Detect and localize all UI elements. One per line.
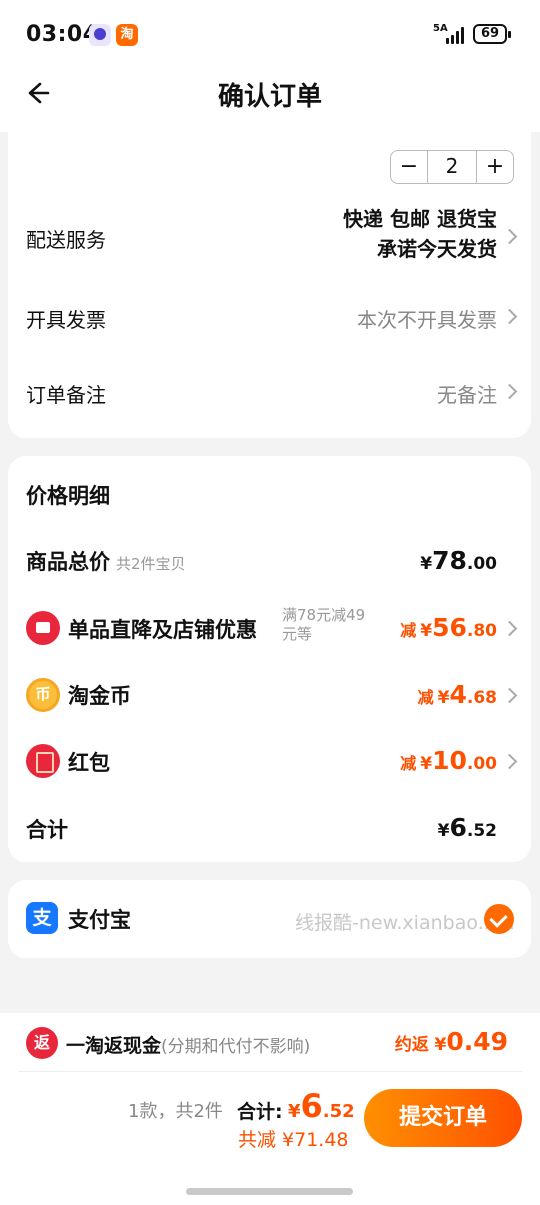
goods-total-value: ¥78.00	[420, 546, 497, 575]
item-count: 1款，共2件	[128, 1101, 223, 1122]
sum-label: 合计	[26, 818, 68, 842]
discount-note: 满78元减49 元等	[282, 606, 366, 643]
redpack-label: 红包	[68, 751, 110, 775]
goods-count: 共2件宝贝	[116, 555, 186, 573]
page-title: 确认订单	[217, 82, 322, 112]
invoice-label: 开具发票	[26, 308, 106, 332]
discount-label: 单品直降及店铺优惠	[68, 618, 257, 642]
chevron-right-icon	[501, 308, 518, 325]
coin-label: 淘金币	[68, 684, 131, 708]
shipping-line-1: 快递 包邮 退货宝	[343, 207, 497, 231]
shipping-service[interactable]: 快递 包邮 退货宝 承诺今天发货	[343, 204, 497, 264]
price-detail-card: 价格明细 商品总价 共2件宝贝 ¥78.00 单品直降及店铺优惠 满78元减49 元…	[8, 456, 531, 862]
sum-value: ¥6.52	[437, 813, 497, 842]
shipping-line-2: 承诺今天发货	[377, 237, 497, 261]
shop-discount-icon	[26, 611, 60, 645]
status-bar: 03:04 淘 5A 69	[0, 0, 540, 64]
order-options-card: − 2 + 配送服务 快递 包邮 退货宝 承诺今天发货 开具发票 本次不开具发票…	[8, 132, 531, 438]
status-time: 03:04	[26, 22, 99, 47]
battery-icon: 69	[473, 24, 511, 44]
taobao-notification-icon: 淘	[116, 24, 138, 46]
invoice-value[interactable]: 本次不开具发票	[357, 304, 497, 333]
shipping-label: 配送服务	[26, 228, 106, 252]
quantity-value[interactable]: 2	[427, 151, 477, 183]
cashback-label: 一淘返现金(分期和代付不影响)	[66, 1035, 311, 1057]
increase-button[interactable]: +	[477, 151, 513, 183]
discount-value[interactable]: 减 ¥56.80	[400, 613, 497, 642]
divider	[18, 1071, 522, 1072]
chevron-right-icon	[501, 687, 518, 704]
total-price: ¥6.52	[288, 1087, 355, 1125]
quantity-stepper[interactable]: − 2 +	[390, 150, 514, 184]
alipay-icon: 支	[26, 902, 58, 934]
cashback-note: (分期和代付不影响)	[161, 1037, 311, 1057]
nav-header: 确认订单	[0, 64, 540, 132]
coin-icon: 币	[26, 678, 60, 712]
watermark-text: 线报酷-new.xianbao.fun	[295, 912, 515, 934]
goods-total-label: 商品总价 共2件宝贝	[26, 550, 186, 574]
notification-app-icon	[89, 24, 111, 46]
remark-label: 订单备注	[26, 383, 106, 407]
chevron-right-icon	[501, 753, 518, 770]
payment-card[interactable]: 支 支付宝 线报酷-new.xianbao.fun	[8, 880, 531, 958]
redpack-value[interactable]: 减 ¥10.00	[400, 746, 497, 775]
remark-value[interactable]: 无备注	[437, 379, 497, 408]
submit-order-button[interactable]: 提交订单	[364, 1089, 522, 1147]
total-label: 合计:	[237, 1101, 283, 1123]
chevron-right-icon	[501, 383, 518, 400]
chevron-right-icon	[501, 228, 518, 245]
home-indicator[interactable]	[186, 1188, 353, 1195]
bottom-bar: 返 一淘返现金(分期和代付不影响) 约返 ¥0.49 1款，共2件 合计: ¥6…	[0, 1013, 540, 1205]
selected-check-icon[interactable]	[484, 904, 514, 934]
price-detail-title: 价格明细	[26, 484, 110, 508]
red-packet-icon	[26, 744, 60, 778]
alipay-label: 支付宝	[68, 908, 131, 932]
cashback-value: 约返 ¥0.49	[394, 1027, 508, 1056]
total-saved: 共减 ¥71.48	[238, 1129, 349, 1151]
coin-value[interactable]: 减 ¥4.68	[418, 680, 497, 709]
chevron-right-icon	[501, 620, 518, 637]
signal-icon	[446, 24, 468, 44]
decrease-button[interactable]: −	[391, 151, 427, 183]
cashback-badge: 返	[26, 1027, 58, 1059]
